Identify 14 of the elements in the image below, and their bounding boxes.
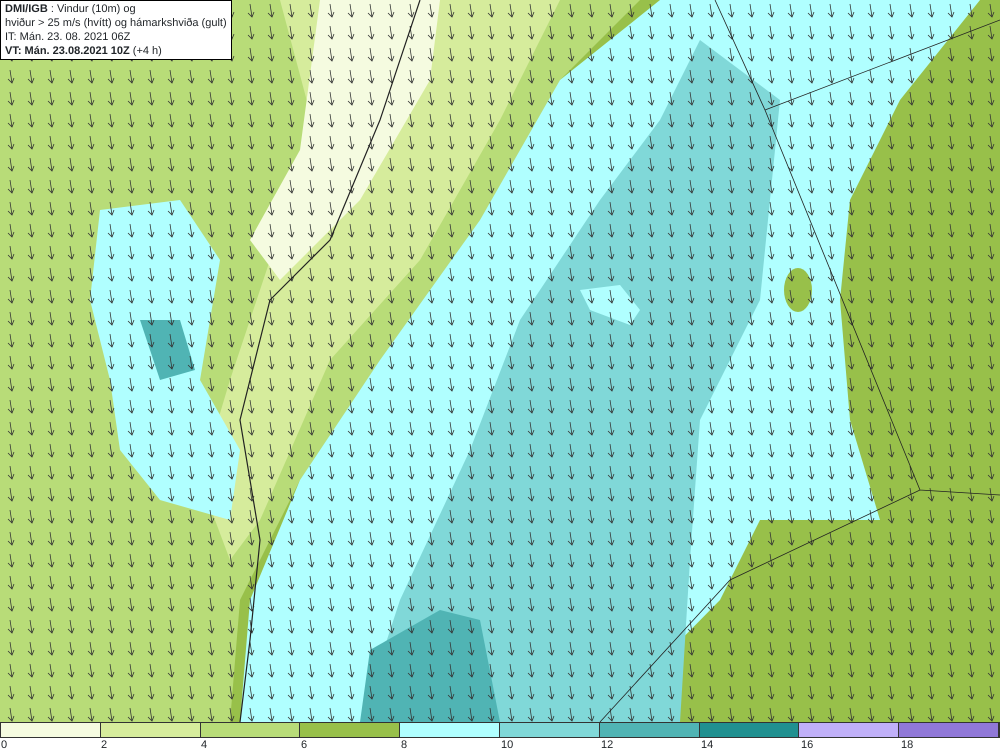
legend-label: 6: [301, 739, 308, 751]
legend-label: 12: [601, 739, 614, 751]
map-source-title: DMI/IGB : Vindur (10m) og: [5, 2, 137, 16]
legend-label: 2: [101, 739, 108, 751]
map-description: hviður > 25 m/s (hvítt) og hámarkshviða (gult): [5, 16, 227, 30]
legend-label: 18: [901, 739, 914, 751]
legend-label: 0: [1, 739, 8, 751]
issue-time: IT: Mán. 23. 08. 2021 06Z: [5, 30, 132, 44]
legend-label: 4: [201, 739, 208, 751]
legend-label: 10: [501, 739, 514, 751]
valid-time: VT: Mán. 23.08.2021 10Z (+4 h): [5, 44, 163, 58]
legend-label: 14: [701, 739, 714, 751]
legend-label: 8: [401, 739, 408, 751]
legend-label: 16: [801, 739, 814, 751]
